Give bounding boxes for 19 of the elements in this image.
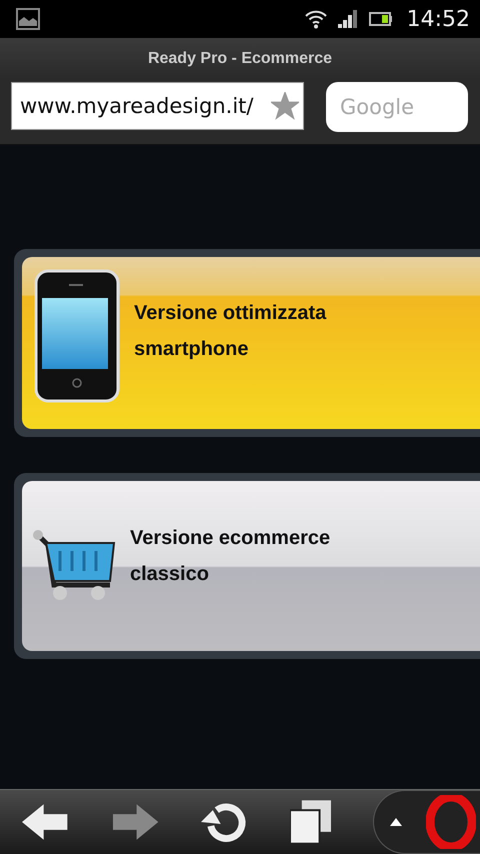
wifi-icon [304,9,327,29]
forward-arrow-icon[interactable] [111,802,159,842]
shopping-cart-icon [32,529,116,603]
option-card[interactable]: Versione ecommerce classico [22,481,480,651]
signal-icon [336,9,359,29]
smartphone-icon [34,269,120,403]
clock: 14:52 [406,6,470,32]
back-arrow-icon[interactable] [22,802,70,842]
tabs-icon[interactable] [290,800,332,844]
menu-button[interactable] [373,790,480,854]
picture-notification-icon [16,8,40,30]
search-field[interactable]: Google [326,82,468,132]
star-icon[interactable] [271,92,299,120]
battery-icon [368,11,393,27]
url-field[interactable]: www.myareadesign.it/ [11,82,304,130]
caret-up-icon [390,818,402,826]
page-title: Ready Pro - Ecommerce [148,50,332,68]
option-card[interactable]: Versione ottimizzata smartphone [22,257,480,429]
opera-logo-icon [426,795,476,849]
